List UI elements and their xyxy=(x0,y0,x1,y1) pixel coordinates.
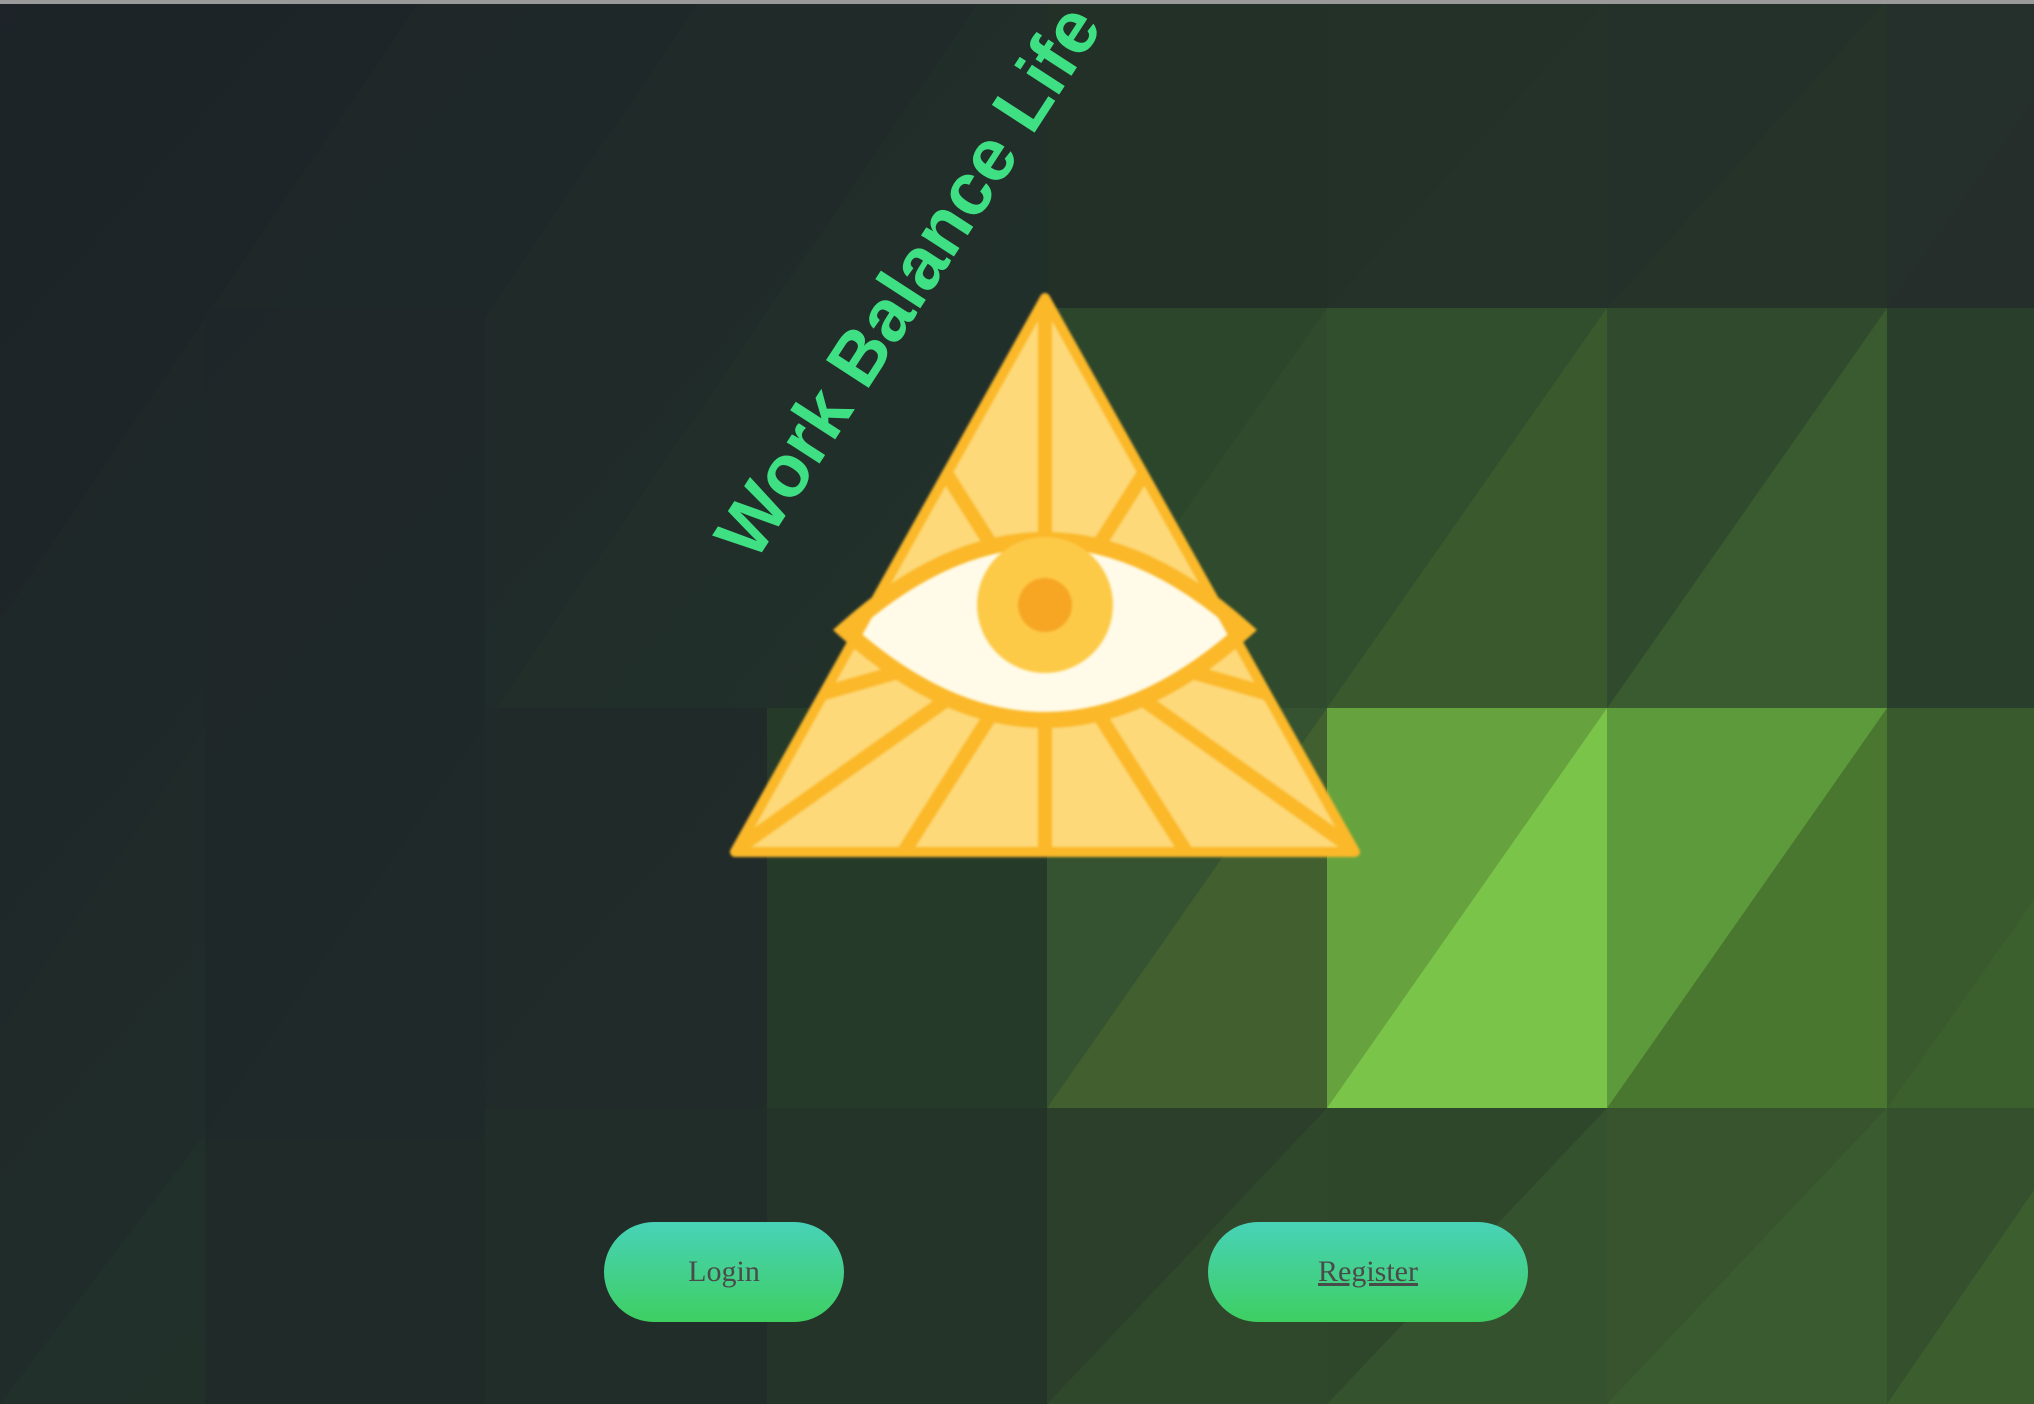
window-top-border xyxy=(0,0,2034,4)
landing-page: Work Balance Life Login Register xyxy=(0,0,2034,1404)
register-link-label[interactable]: Register xyxy=(1318,1255,1418,1289)
register-button[interactable]: Register xyxy=(1208,1222,1528,1322)
login-button-label: Login xyxy=(688,1255,760,1288)
login-button[interactable]: Login xyxy=(604,1222,844,1322)
